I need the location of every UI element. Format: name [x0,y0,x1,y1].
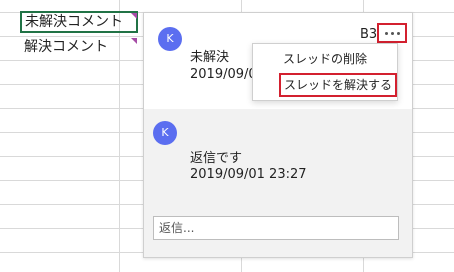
reply-input[interactable] [153,216,399,240]
cell-text: 解決コメント [24,39,108,55]
cell-unresolved-comment[interactable]: 未解決コメント [20,11,138,33]
comment-indicator [131,38,137,44]
more-actions-button[interactable] [377,23,407,43]
menu-item-resolve-thread[interactable]: スレッドを解決する [279,73,397,97]
reply-timestamp: 2019/09/01 23:27 [190,167,307,182]
thread-context-menu: スレッドの削除 スレッドを解決する [252,43,398,101]
cell-resolved-comment[interactable]: 解決コメント [20,36,138,58]
more-icon [396,31,400,35]
reply-text: 返信です [190,151,243,166]
avatar: K [153,121,177,145]
cell-reference: B3 [360,27,378,42]
menu-item-delete-thread[interactable]: スレッドの削除 [253,50,397,67]
cell-text: 未解決コメント [25,14,123,30]
more-icon [390,31,394,35]
avatar: K [158,27,182,51]
more-icon [384,31,388,35]
comment-indicator [131,13,137,19]
comment-text: 未解決 [190,50,230,65]
